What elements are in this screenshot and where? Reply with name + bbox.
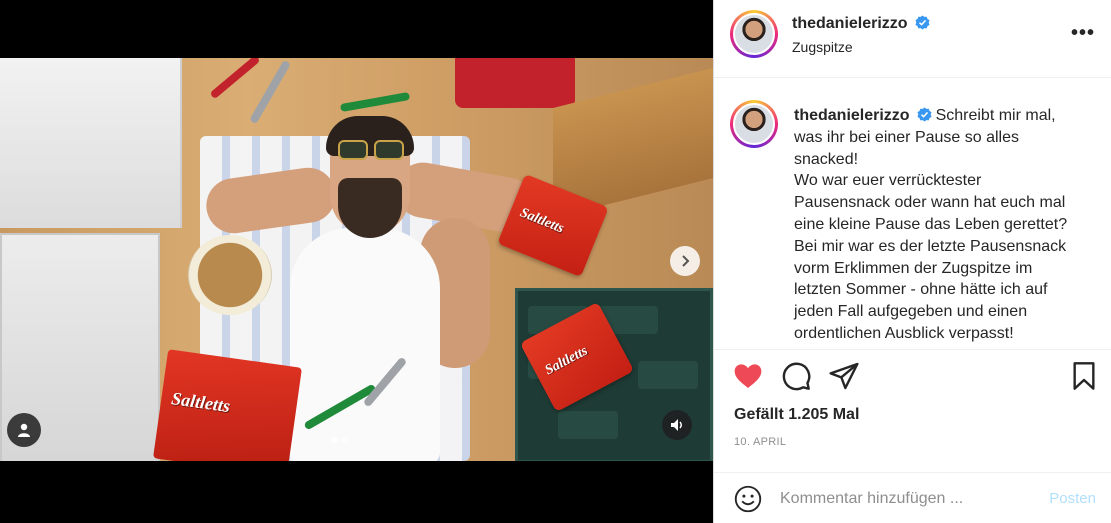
- post-details-panel: thedanielerizzo Zugspitze ••• thedaniele…: [713, 0, 1111, 523]
- like-heart-icon[interactable]: [732, 360, 764, 392]
- post-date[interactable]: 10. APRIL: [734, 436, 786, 448]
- sound-icon: [671, 419, 682, 431]
- product-label: Saltletts: [517, 205, 566, 237]
- post-header: thedanielerizzo Zugspitze •••: [714, 0, 1111, 78]
- caption-line: Wo war euer verrücktester: [794, 172, 982, 190]
- avatar[interactable]: [730, 100, 778, 148]
- carousel-indicator: [331, 437, 347, 443]
- carousel-dot: [341, 437, 347, 443]
- caption-line: Pausensnack oder wann hat euch mal: [794, 194, 1066, 212]
- caption-line: Schreibt mir mal,: [935, 107, 1056, 124]
- caption-text: thedanielerizzo Schreibt mir mal, was ihr…: [794, 105, 1084, 345]
- header-user: thedanielerizzo: [792, 15, 930, 33]
- next-slide-button[interactable]: [670, 246, 700, 276]
- caption-section: thedanielerizzo Schreibt mir mal, was ihr…: [714, 78, 1111, 350]
- location-link[interactable]: Zugspitze: [792, 39, 853, 55]
- caption-line: letzten Sommer - ohne hätte ich auf: [794, 281, 1048, 299]
- caption-line: jeden Fall aufgegeben und einen: [794, 303, 1028, 321]
- fridge-decor: [0, 58, 182, 228]
- caption-line: eine kleine Pause das Leben gerettet?: [794, 215, 1068, 233]
- comment-input[interactable]: [780, 485, 1030, 513]
- toolbox-decor: [455, 58, 575, 108]
- caption-line: snacked!: [794, 150, 859, 168]
- snack-box: Saltletts: [153, 349, 302, 461]
- share-direct-icon[interactable]: [828, 360, 860, 392]
- verified-badge-icon: [917, 107, 932, 122]
- sunglasses: [338, 140, 406, 162]
- chevron-right-icon: [682, 255, 690, 267]
- username-link[interactable]: thedanielerizzo: [792, 15, 908, 32]
- post-video[interactable]: Saltletts Saltletts Saltletts: [0, 58, 713, 461]
- caption-username-link[interactable]: thedanielerizzo: [794, 107, 910, 124]
- comment-composer: Posten: [714, 472, 1111, 523]
- like-count[interactable]: Gefällt 1.205 Mal: [734, 406, 859, 424]
- tool-decor: [209, 58, 261, 100]
- more-options-icon[interactable]: •••: [1071, 22, 1095, 45]
- action-bar: [714, 360, 1111, 400]
- caption-line: vorm Erklimmen der Zugspitze im: [794, 259, 1033, 277]
- post-comment-button[interactable]: Posten: [1049, 490, 1096, 507]
- user-tag-icon: [18, 423, 30, 437]
- sound-toggle-button[interactable]: [662, 410, 692, 440]
- carousel-dot: [331, 437, 337, 443]
- caption-line: ordentlichen Ausblick verpasst!: [794, 324, 1014, 342]
- comment-icon[interactable]: [780, 360, 812, 392]
- emoji-icon[interactable]: [734, 485, 762, 513]
- product-label: Saltletts: [170, 388, 232, 417]
- verified-badge-icon: [915, 15, 930, 30]
- tool-decor: [249, 59, 291, 125]
- caption-line: was ihr bei einer Pause so alles: [794, 128, 1020, 146]
- product-label: Saltletts: [542, 343, 591, 379]
- tool-decor: [339, 91, 411, 113]
- bookmark-icon[interactable]: [1068, 360, 1100, 392]
- caption-line: Bei mir war es der letzte Pausensnack: [794, 237, 1067, 255]
- instagram-post-view: Saltletts Saltletts Saltletts thedaniele…: [0, 0, 1111, 523]
- tagged-users-button[interactable]: [7, 413, 41, 447]
- avatar[interactable]: [730, 10, 778, 58]
- snack-bowl: [188, 235, 272, 315]
- media-area: Saltletts Saltletts Saltletts: [0, 0, 713, 523]
